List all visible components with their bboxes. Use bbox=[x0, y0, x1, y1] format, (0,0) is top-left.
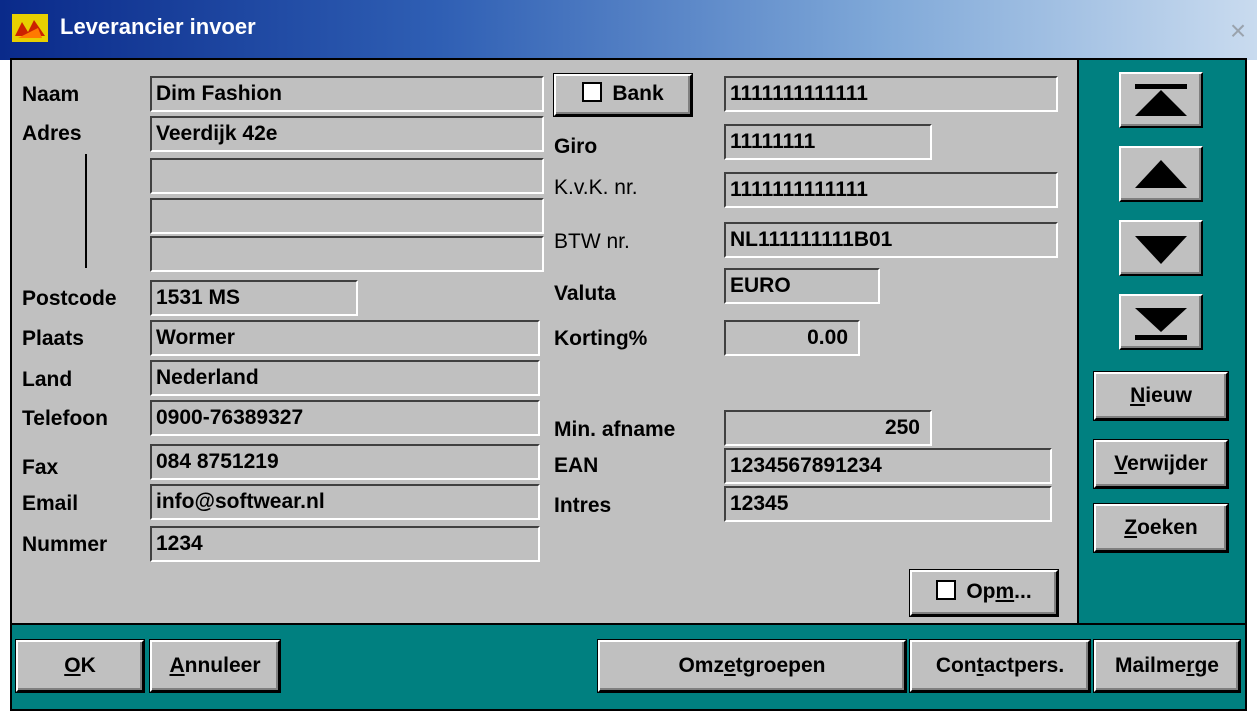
korting-label: Korting% bbox=[554, 327, 648, 350]
ean-label: EAN bbox=[554, 454, 599, 477]
bank-button[interactable]: Bank bbox=[553, 73, 693, 117]
first-record-icon bbox=[1135, 84, 1187, 116]
kvk-field[interactable]: 1111111111111 bbox=[724, 172, 1058, 208]
telefoon-field[interactable]: 0900-76389327 bbox=[150, 400, 540, 436]
ok-button[interactable]: OK bbox=[15, 639, 145, 693]
window-title: Leverancier invoer bbox=[60, 14, 256, 39]
intres-label: Intres bbox=[554, 494, 612, 517]
bank-account-field[interactable]: 1111111111111 bbox=[724, 76, 1058, 112]
min-afname-label: Min. afname bbox=[554, 418, 676, 441]
adres-line4-field[interactable] bbox=[150, 236, 544, 272]
btw-label: BTW nr. bbox=[554, 230, 630, 253]
adres-line3-field[interactable] bbox=[150, 198, 544, 234]
email-label: Email bbox=[22, 492, 79, 515]
supplier-entry-window: Leverancier invoer × Naam Adres Postcode… bbox=[0, 0, 1257, 717]
previous-record-icon bbox=[1135, 160, 1187, 188]
adres-label: Adres bbox=[22, 122, 82, 145]
land-label: Land bbox=[22, 368, 73, 391]
email-field[interactable]: info@softwear.nl bbox=[150, 484, 540, 520]
land-field[interactable]: Nederland bbox=[150, 360, 540, 396]
mailmerge-button[interactable]: Mailmerge bbox=[1093, 639, 1241, 693]
naam-label: Naam bbox=[22, 83, 80, 106]
fax-label: Fax bbox=[22, 456, 59, 479]
valuta-field[interactable]: EURO bbox=[724, 268, 880, 304]
first-record-button[interactable] bbox=[1119, 72, 1203, 128]
zoeken-button[interactable]: Zoeken bbox=[1093, 503, 1229, 553]
last-record-icon bbox=[1135, 308, 1187, 340]
fax-field[interactable]: 084 8751219 bbox=[150, 444, 540, 480]
close-icon[interactable]: × bbox=[1223, 14, 1253, 48]
title-bar[interactable]: Leverancier invoer × bbox=[0, 0, 1257, 60]
previous-record-button[interactable] bbox=[1119, 146, 1203, 202]
naam-field[interactable]: Dim Fashion bbox=[150, 76, 544, 112]
valuta-label: Valuta bbox=[554, 282, 616, 305]
plaats-field[interactable]: Wormer bbox=[150, 320, 540, 356]
address-bracket-line bbox=[85, 154, 87, 268]
opm-button[interactable]: Opm... bbox=[909, 569, 1059, 617]
intres-field[interactable]: 12345 bbox=[724, 486, 1052, 522]
app-icon bbox=[12, 14, 48, 42]
verwijder-button[interactable]: Verwijder bbox=[1093, 439, 1229, 489]
adres-line1-field[interactable]: Veerdijk 42e bbox=[150, 116, 544, 152]
contactpers-button[interactable]: Contactpers. bbox=[909, 639, 1091, 693]
bank-checkbox[interactable] bbox=[582, 82, 603, 102]
last-record-button[interactable] bbox=[1119, 294, 1203, 350]
next-record-icon bbox=[1135, 236, 1187, 264]
opm-checkbox[interactable] bbox=[936, 580, 957, 600]
min-afname-field[interactable]: 250 bbox=[724, 410, 932, 446]
telefoon-label: Telefoon bbox=[22, 407, 108, 430]
next-record-button[interactable] bbox=[1119, 220, 1203, 276]
postcode-field[interactable]: 1531 MS bbox=[150, 280, 358, 316]
kvk-label: K.v.K. nr. bbox=[554, 176, 638, 199]
annuleer-button[interactable]: Annuleer bbox=[149, 639, 281, 693]
giro-field[interactable]: 11111111 bbox=[724, 124, 932, 160]
giro-label: Giro bbox=[554, 135, 598, 158]
postcode-label: Postcode bbox=[22, 287, 117, 310]
ean-field[interactable]: 1234567891234 bbox=[724, 448, 1052, 484]
nummer-label: Nummer bbox=[22, 533, 108, 556]
nieuw-button[interactable]: Nieuw bbox=[1093, 371, 1229, 421]
btw-field[interactable]: NL111111111B01 bbox=[724, 222, 1058, 258]
adres-line2-field[interactable] bbox=[150, 158, 544, 194]
omzetgroepen-button[interactable]: Omzetgroepen bbox=[597, 639, 907, 693]
nummer-field[interactable]: 1234 bbox=[150, 526, 540, 562]
korting-field[interactable]: 0.00 bbox=[724, 320, 860, 356]
plaats-label: Plaats bbox=[22, 327, 84, 350]
